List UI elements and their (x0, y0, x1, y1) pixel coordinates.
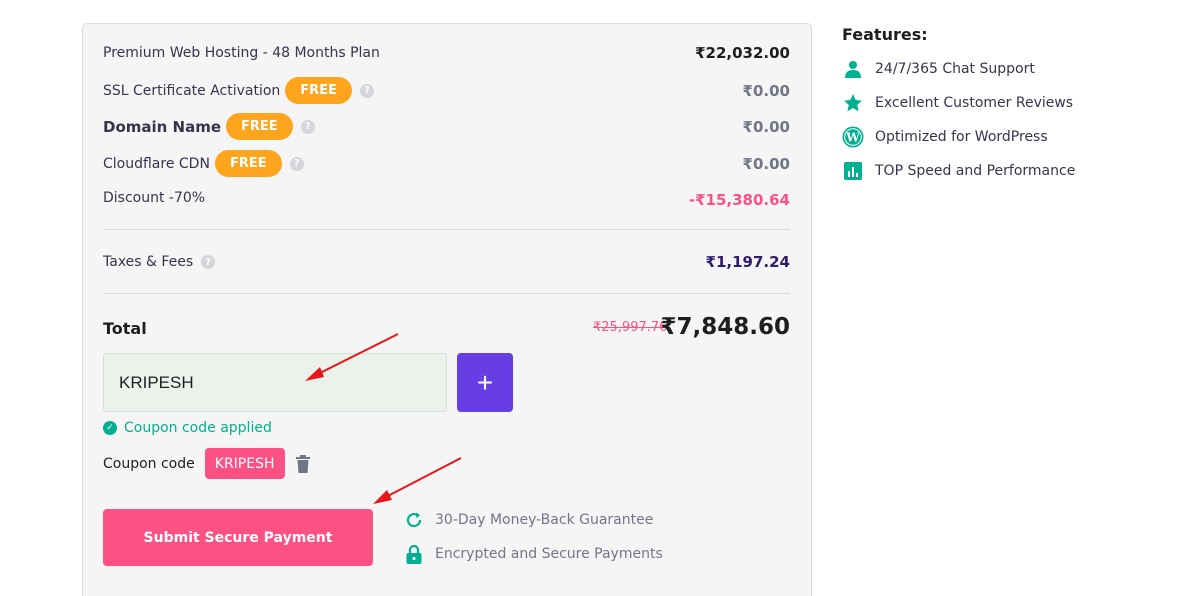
feature-item: TOP Speed and Performance (842, 154, 1075, 188)
features-panel: Features: 24/7/365 Chat Support Excellen… (842, 25, 1075, 188)
applied-coupon-row: Coupon code KRIPESH (103, 448, 311, 479)
features-title: Features: (842, 25, 928, 44)
trash-icon[interactable] (295, 454, 311, 473)
ssl-free-badge: FREE (285, 77, 352, 104)
star-icon (842, 92, 864, 114)
divider (103, 293, 790, 294)
discount-label: Discount -70% (103, 190, 206, 206)
feature-item: W Optimized for WordPress (842, 120, 1075, 154)
cdn-row: Cloudflare CDN FREE ? ₹0.00 (103, 150, 790, 177)
lock-icon (406, 544, 422, 564)
add-coupon-button[interactable]: + (457, 353, 513, 412)
guarantee-text: 30-Day Money-Back Guarantee (435, 512, 654, 528)
check-circle-icon: ✓ (103, 421, 117, 435)
plan-row: Premium Web Hosting - 48 Months Plan ₹22… (103, 44, 790, 62)
discount-price: -₹15,380.64 (688, 191, 790, 209)
coupon-code-badge: KRIPESH (204, 448, 285, 479)
domain-free-badge: FREE (226, 113, 293, 140)
refresh-icon (406, 512, 422, 528)
bar-chart-icon (842, 160, 864, 182)
domain-label: Domain Name (103, 117, 222, 136)
feature-label: Excellent Customer Reviews (875, 95, 1074, 111)
coupon-applied-message: ✓ Coupon code applied (103, 420, 272, 436)
domain-help-icon[interactable]: ? (300, 119, 315, 134)
ssl-row: SSL Certificate Activation FREE ? ₹0.00 (103, 77, 790, 104)
annotation-arrow (305, 333, 399, 381)
ssl-help-icon[interactable]: ? (359, 83, 374, 98)
coupon-code-label: Coupon code (103, 455, 195, 472)
cdn-help-icon[interactable]: ? (289, 156, 304, 171)
domain-row: Domain Name FREE ? ₹0.00 (103, 113, 790, 140)
ssl-label: SSL Certificate Activation (103, 82, 281, 99)
feature-label: TOP Speed and Performance (875, 163, 1076, 179)
wordpress-icon: W (842, 126, 864, 148)
feature-item: 24/7/365 Chat Support (842, 52, 1075, 86)
taxes-label: Taxes & Fees (103, 254, 194, 270)
submit-payment-button[interactable]: Submit Secure Payment (103, 509, 373, 566)
total-label: Total (103, 319, 147, 338)
plan-price: ₹22,032.00 (695, 44, 790, 62)
total-price: ₹7,848.60 (660, 314, 791, 340)
feature-item: Excellent Customer Reviews (842, 86, 1075, 120)
cdn-price: ₹0.00 (742, 154, 790, 173)
coupon-applied-text: Coupon code applied (124, 420, 272, 436)
feature-label: 24/7/365 Chat Support (875, 61, 1035, 77)
money-back-guarantee: 30-Day Money-Back Guarantee (405, 511, 653, 529)
secure-payments: Encrypted and Secure Payments (405, 544, 663, 564)
annotation-arrow (373, 457, 462, 504)
domain-price: ₹0.00 (742, 117, 790, 136)
plan-label: Premium Web Hosting - 48 Months Plan (103, 45, 380, 61)
cdn-free-badge: FREE (214, 150, 282, 177)
taxes-help-icon[interactable]: ? (201, 255, 216, 269)
cdn-label: Cloudflare CDN (103, 155, 210, 172)
secure-text: Encrypted and Secure Payments (435, 546, 663, 562)
total-original-price: ₹25,997.76 (593, 320, 668, 335)
taxes-row: Taxes & Fees ? ₹1,197.24 (103, 253, 790, 271)
svg-text:W: W (845, 131, 860, 145)
order-summary-card: Premium Web Hosting - 48 Months Plan ₹22… (82, 23, 812, 596)
person-icon (842, 58, 864, 80)
taxes-price: ₹1,197.24 (705, 253, 790, 271)
divider (103, 229, 790, 230)
feature-label: Optimized for WordPress (875, 129, 1048, 145)
discount-row: Discount -70% -₹15,380.64 (103, 187, 790, 209)
ssl-price: ₹0.00 (742, 81, 790, 100)
